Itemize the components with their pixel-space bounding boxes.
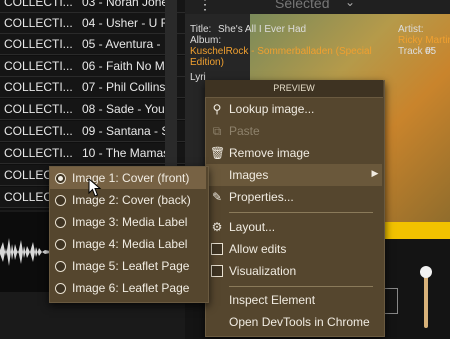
title-label: Title: [190, 24, 212, 35]
track-row[interactable]: COLLECTI... 07 - Phil Collins [0, 77, 185, 98]
image-radio[interactable] [55, 239, 66, 250]
allow-edits-item[interactable]: Allow edits [229, 238, 286, 260]
track-row[interactable]: COLLECTI... 08 - Sade - Your [0, 99, 185, 120]
menu-separator [229, 212, 373, 213]
track-album: COLLECTI... [4, 0, 73, 9]
image-radio[interactable] [55, 261, 66, 272]
visualization-item[interactable]: Visualization [229, 260, 296, 282]
image-radio[interactable] [55, 173, 66, 184]
track-row[interactable]: COLLECTI... 10 - The Mamas [0, 143, 185, 164]
open-devtools-item[interactable]: Open DevTools in Chrome [229, 311, 370, 333]
context-menu-header: PREVIEW [205, 80, 383, 98]
pencil-icon: ✎ [211, 190, 223, 204]
track-row[interactable]: COLLECTI... 06 - Faith No M [0, 56, 185, 77]
properties-item[interactable]: Properties... [229, 186, 294, 208]
lookup-image-item[interactable]: Lookup image... [229, 98, 314, 120]
volume-slider-handle[interactable] [420, 266, 432, 278]
album-value-cont[interactable]: Edition) [190, 57, 224, 68]
track-number-value: 05 [425, 46, 437, 57]
remove-image-item[interactable]: Remove image [229, 142, 310, 164]
album-label: Album: [190, 35, 222, 46]
search-icon: ⚲ [212, 102, 222, 116]
track-album: COLLECTI... [4, 37, 73, 51]
menu-separator [229, 286, 373, 287]
track-album: COLLECTI... [4, 59, 73, 73]
cover-label-strip [380, 222, 450, 239]
track-row[interactable]: COLLECTI... 03 - Norah Jone [0, 0, 185, 13]
trash-icon: 🗑 [210, 146, 226, 160]
mouse-cursor-icon [88, 178, 102, 197]
lyrics-label: Lyri [190, 72, 206, 83]
paste-item[interactable]: Paste [229, 120, 260, 142]
image-radio[interactable] [55, 283, 66, 294]
image-radio[interactable] [55, 217, 66, 228]
more-options-icon[interactable]: ⋮ [198, 0, 212, 13]
title-value: She's All I Ever Had [218, 24, 307, 35]
track-album: COLLECTI... [4, 146, 73, 160]
track-album: COLLECTI... [4, 124, 73, 138]
allow-edits-checkbox[interactable] [211, 243, 223, 255]
album-value[interactable]: KuschelRock - Sommerballaden (Special [190, 46, 372, 57]
paste-icon: ⧉ [212, 124, 222, 138]
selection-dropdown[interactable]: Selected [275, 0, 329, 11]
image-radio[interactable] [55, 195, 66, 206]
image-option[interactable]: Image 4: Media Label [72, 233, 187, 255]
image-option[interactable]: Image 5: Leaflet Page [72, 255, 189, 277]
image-option[interactable]: Image 3: Media Label [72, 211, 187, 233]
images-item[interactable]: Images [229, 164, 268, 186]
track-row[interactable]: COLLECTI... 05 - Aventura - [0, 34, 185, 55]
chevron-right-icon: ▶ [371, 168, 379, 178]
inspect-element-item[interactable]: Inspect Element [229, 289, 315, 311]
track-album: COLLECTI... [4, 16, 73, 30]
control-bracket [385, 288, 398, 314]
volume-slider-track[interactable] [424, 270, 428, 328]
track-row[interactable]: COLLECTI... 04 - Usher - U R [0, 13, 185, 34]
track-album: COLLECTI... [4, 102, 73, 116]
artist-value[interactable]: Ricky Martin [398, 35, 450, 46]
track-row[interactable]: COLLECTI... 09 - Santana - S [0, 121, 185, 142]
image-option[interactable]: Image 6: Leaflet Page [72, 277, 189, 299]
chevron-down-icon[interactable]: ⌄ [345, 0, 355, 9]
artist-label: Artist: [398, 24, 424, 35]
layout-item[interactable]: Layout... [229, 216, 275, 238]
visualization-checkbox[interactable] [211, 265, 223, 277]
track-album: COLLECTI... [4, 80, 73, 94]
gear-icon: ⚙ [211, 220, 223, 234]
